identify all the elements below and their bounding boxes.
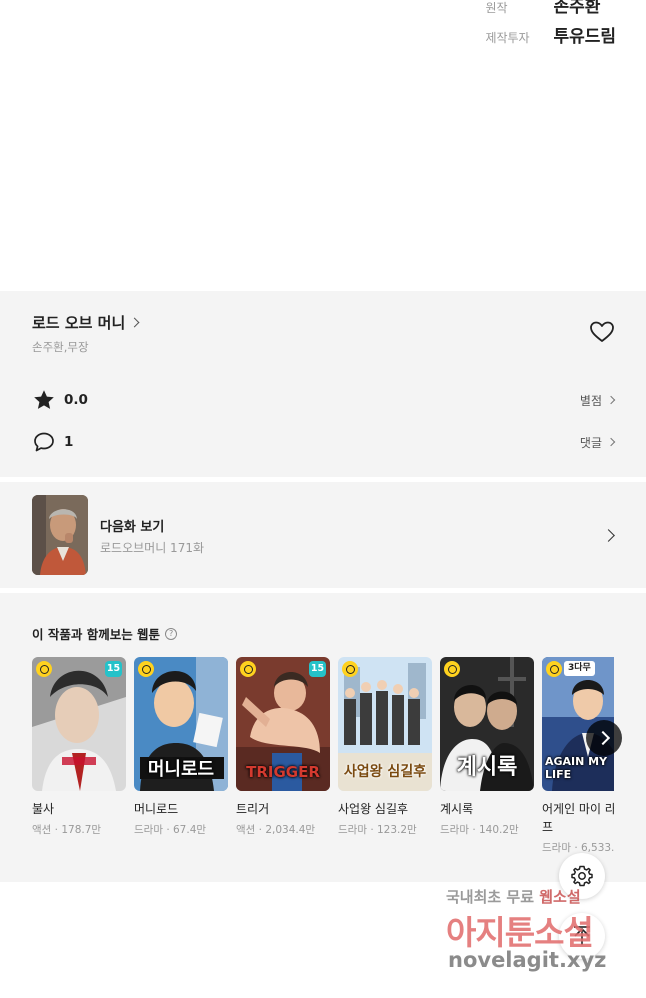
credits: 원작 손주환 제작투자 투유드림 — [485, 0, 616, 52]
recommendations-title: 이 작품과 함께보는 웹툰 — [32, 627, 161, 642]
work-authors: 손주환,무장 — [32, 340, 89, 354]
clock-badge-icon — [546, 661, 562, 677]
credit-role: 제작투자 — [485, 31, 530, 45]
webtoon-title: 계시록 — [440, 802, 474, 816]
next-episode-thumbnail — [32, 495, 88, 575]
comments-link[interactable]: 댓글 — [579, 434, 616, 451]
credit-name: 투유드림 — [553, 27, 616, 47]
next-episode-label: 다음화 보기 — [100, 520, 165, 535]
watermark-line3: novelagit.xyz — [448, 948, 607, 972]
next-episode-title: 로드오브머니 171화 — [100, 541, 204, 555]
age-rating-badge: 15 — [105, 661, 122, 677]
webtoon-meta: 드라마 · 123.2만 — [338, 824, 417, 836]
comment-icon — [34, 432, 54, 452]
next-episode-section[interactable]: 다음화 보기 로드오브머니 171화 — [0, 482, 646, 588]
watermark: 국내최초 무료 웹소설 아지툰소설 novelagit.xyz — [446, 884, 626, 980]
webtoon-cover-title: 계시록 — [456, 755, 518, 780]
rating-link-label: 별점 — [579, 393, 602, 408]
watermark-line2: 아지툰소설 — [446, 913, 594, 952]
comments-row: 1 댓글 — [32, 429, 616, 455]
credit-row: 원작 손주환 — [485, 0, 616, 22]
webtoon-title: 불사 — [32, 802, 55, 816]
question-circle-icon[interactable]: ? — [165, 627, 178, 640]
carousel-next-button[interactable] — [586, 720, 622, 756]
webtoon-cover-title: 사업왕 심길후 — [343, 764, 427, 780]
age-rating-badge: 15 — [309, 661, 326, 677]
clock-badge-icon — [36, 661, 52, 677]
webtoon-meta: 드라마 · 140.2만 — [440, 824, 519, 836]
clock-badge-icon — [342, 661, 358, 677]
webtoon-cover: 머니로드 — [134, 657, 228, 791]
clock-badge-icon — [138, 661, 154, 677]
credit-row: 제작투자 투유드림 — [485, 22, 616, 52]
webtoon-card[interactable]: 사업왕 심길후 사업왕 심길후 드라마 · 123.2만 — [338, 657, 432, 837]
watermark-line1-a: 국내최초 무료 — [446, 888, 540, 906]
webtoon-card[interactable]: 15 TRIGGER 트리거 액션 · 2,034.4만 — [236, 657, 330, 837]
chevron-right-icon — [129, 317, 140, 328]
credit-name: 손주환 — [553, 0, 601, 17]
chevron-right-icon — [606, 437, 616, 447]
webtoon-meta: 액션 · 2,034.4만 — [236, 824, 316, 836]
webtoon-card[interactable]: 3다무 AGAIN MY LIFE 어게인 마이 라이프 드라마 · 6,533… — [542, 657, 614, 855]
webtoon-card[interactable]: 머니로드 머니로드 드라마 · 67.4만 — [134, 657, 228, 837]
comments-link-label: 댓글 — [579, 435, 602, 450]
work-info-section: 로드 오브 머니 손주환,무장 0.0 별점 1 댓글 — [0, 291, 646, 477]
credit-role: 원작 — [485, 1, 508, 15]
webtoon-cover-title: AGAIN MY LIFE — [545, 755, 608, 781]
webtoon-cover: 15 TRIGGER — [236, 657, 330, 791]
webtoon-title: 사업왕 심길후 — [338, 802, 409, 816]
webtoon-title: 어게인 마이 라이프 — [542, 802, 614, 834]
clock-badge-icon — [240, 661, 256, 677]
star-icon — [34, 390, 54, 409]
webtoon-cover-title: 머니로드 — [147, 759, 215, 780]
webtoon-title: 트리거 — [236, 802, 270, 816]
clock-badge-icon — [444, 661, 460, 677]
rating-row: 0.0 별점 — [32, 387, 616, 413]
watermark-line1-b: 웹소설 — [539, 888, 581, 906]
watermark-line1: 국내최초 무료 웹소설 — [446, 886, 581, 907]
webtoon-cover: 15 — [32, 657, 126, 791]
work-title: 로드 오브 머니 — [32, 314, 126, 332]
recommendations-header: 이 작품과 함께보는 웹툰 ? — [32, 624, 178, 643]
rating-value: 0.0 — [64, 392, 88, 408]
webtoon-cover: 계시록 — [440, 657, 534, 791]
rating-link[interactable]: 별점 — [579, 392, 616, 409]
heart-icon[interactable] — [589, 320, 615, 344]
chevron-right-icon — [606, 395, 616, 405]
webtoon-title: 머니로드 — [134, 802, 179, 816]
comments-count: 1 — [64, 434, 74, 450]
webtoon-cover: 사업왕 심길후 — [338, 657, 432, 791]
recommendations-section: 이 작품과 함께보는 웹툰 ? 15 불사 액션 · 178.7만 머니로드 머… — [0, 593, 646, 882]
webtoon-meta: 드라마 · 67.4만 — [134, 824, 207, 836]
recommendations-carousel: 15 불사 액션 · 178.7만 머니로드 머니로드 드라마 · 67.4만 … — [32, 657, 614, 877]
wait-free-badge: 3다무 — [564, 661, 595, 676]
webtoon-card[interactable]: 15 불사 액션 · 178.7만 — [32, 657, 126, 837]
webtoon-card[interactable]: 계시록 계시록 드라마 · 140.2만 — [440, 657, 534, 837]
webtoon-cover-title: TRIGGER — [246, 763, 320, 781]
work-title-link[interactable]: 로드 오브 머니 — [32, 312, 140, 333]
chevron-right-icon — [602, 529, 615, 542]
webtoon-meta: 액션 · 178.7만 — [32, 824, 102, 836]
